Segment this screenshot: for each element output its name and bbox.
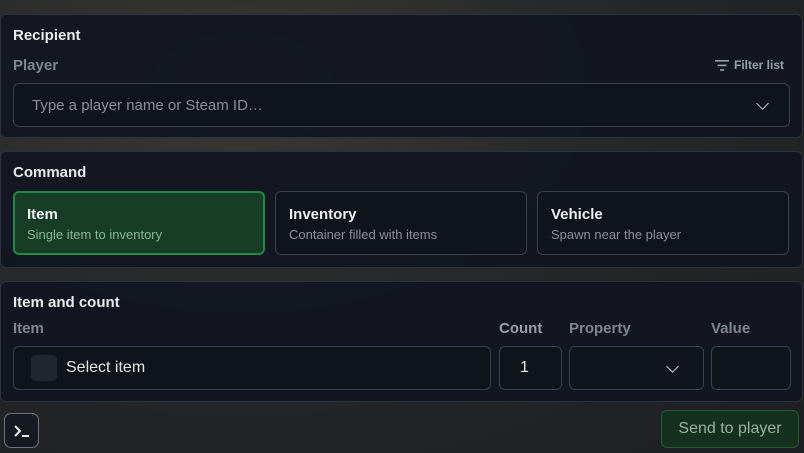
chevron-down-icon[interactable] [666, 360, 679, 373]
filter-list-button[interactable]: Filter list [714, 58, 784, 72]
command-option-vehicle[interactable]: Vehicle Spawn near the player [537, 191, 789, 255]
recipient-panel: Recipient Player Filter list Type a play… [0, 14, 803, 138]
item-select-button[interactable]: Select item [13, 346, 491, 390]
command-title: Command [13, 164, 87, 181]
count-label: Count [499, 320, 543, 337]
property-select[interactable] [569, 346, 704, 390]
count-value: 1 [520, 359, 529, 376]
command-option-title: Inventory [289, 206, 357, 223]
player-search-input[interactable]: Type a player name or Steam ID… [13, 83, 790, 127]
command-panel: Command Item Single item to inventory In… [0, 151, 803, 268]
item-thumbnail-placeholder [31, 355, 57, 381]
command-option-inventory[interactable]: Inventory Container filled with items [275, 191, 527, 255]
player-search-placeholder: Type a player name or Steam ID… [32, 96, 263, 114]
command-option-desc: Spawn near the player [551, 227, 682, 242]
send-to-player-button[interactable]: Send to player [661, 410, 799, 448]
terminal-icon [13, 424, 29, 437]
command-option-item[interactable]: Item Single item to inventory [13, 191, 265, 255]
item-select-label: Select item [66, 359, 146, 376]
chevron-down-icon[interactable] [756, 97, 769, 110]
property-label: Property [569, 320, 631, 337]
player-label: Player [13, 57, 59, 74]
item-count-panel: Item and count Item Count Property Value… [0, 281, 803, 402]
item-count-title: Item and count [13, 294, 120, 311]
terminal-button[interactable] [4, 413, 39, 448]
filter-icon [714, 59, 729, 71]
command-option-title: Vehicle [551, 206, 603, 223]
command-option-title: Item [27, 206, 58, 223]
count-input[interactable]: 1 [499, 346, 562, 390]
item-label: Item [13, 320, 44, 337]
command-option-desc: Single item to inventory [27, 227, 163, 242]
recipient-title: Recipient [13, 27, 81, 44]
filter-list-label: Filter list [733, 58, 784, 72]
value-label: Value [711, 320, 751, 337]
command-option-desc: Container filled with items [289, 227, 438, 242]
value-input[interactable] [711, 346, 791, 390]
